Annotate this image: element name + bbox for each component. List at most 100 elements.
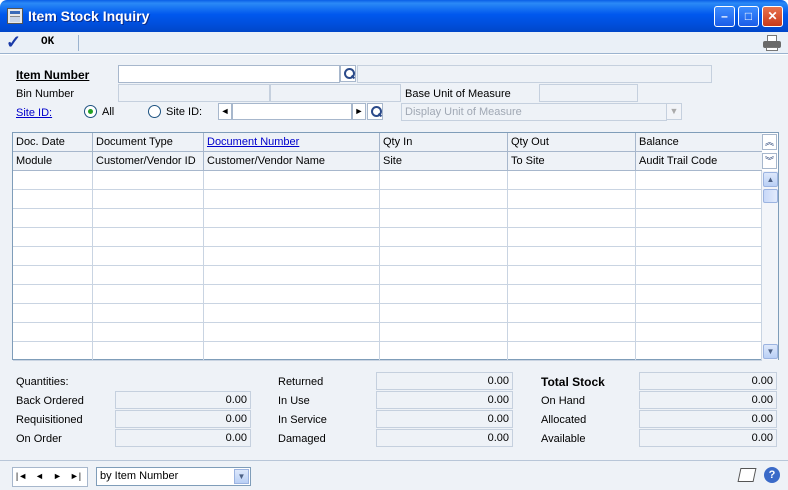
table-cell[interactable] (636, 190, 762, 209)
table-row[interactable] (13, 266, 762, 285)
table-cell[interactable] (508, 323, 636, 342)
checkmark-icon[interactable]: ✓ (6, 32, 21, 53)
table-cell[interactable] (636, 266, 762, 285)
col-to-site[interactable]: To Site (508, 152, 636, 171)
table-cell[interactable] (380, 190, 508, 209)
scroll-down-icon[interactable]: ▼ (763, 344, 778, 359)
site-next-icon[interactable]: ► (352, 103, 366, 120)
col-document-type[interactable]: Document Type (93, 133, 204, 152)
table-cell[interactable] (508, 190, 636, 209)
item-number-label[interactable]: Item Number (16, 68, 89, 82)
table-row[interactable] (13, 304, 762, 323)
chevron-down-icon[interactable]: ▼ (666, 103, 682, 120)
minimize-button[interactable]: – (714, 6, 735, 27)
table-cell[interactable] (508, 342, 636, 361)
table-row[interactable] (13, 209, 762, 228)
table-cell[interactable] (13, 342, 93, 361)
chevron-down-icon[interactable]: ▼ (234, 469, 249, 484)
table-cell[interactable] (508, 266, 636, 285)
table-cell[interactable] (93, 190, 204, 209)
table-row[interactable] (13, 190, 762, 209)
table-cell[interactable] (636, 323, 762, 342)
table-cell[interactable] (204, 266, 380, 285)
table-cell[interactable] (13, 171, 93, 190)
previous-record-icon[interactable]: ◄ (31, 469, 48, 485)
table-row[interactable] (13, 247, 762, 266)
table-cell[interactable] (380, 304, 508, 323)
table-cell[interactable] (93, 171, 204, 190)
sort-by-select[interactable]: by Item Number ▼ (96, 467, 251, 486)
table-cell[interactable] (636, 247, 762, 266)
table-cell[interactable] (93, 266, 204, 285)
table-cell[interactable] (13, 304, 93, 323)
scroll-thumb[interactable] (763, 189, 778, 203)
table-cell[interactable] (93, 342, 204, 361)
ok-button[interactable]: OK (41, 36, 54, 48)
table-cell[interactable] (636, 209, 762, 228)
table-cell[interactable] (13, 247, 93, 266)
table-row[interactable] (13, 228, 762, 247)
item-lookup-icon[interactable] (340, 65, 356, 82)
col-qty-out[interactable]: Qty Out (508, 133, 636, 152)
radio-all[interactable] (84, 105, 97, 118)
display-uom-select[interactable]: Display Unit of Measure (401, 103, 667, 121)
table-cell[interactable] (13, 323, 93, 342)
printer-icon[interactable] (763, 35, 781, 51)
note-icon[interactable] (737, 468, 757, 482)
table-cell[interactable] (204, 190, 380, 209)
site-prev-icon[interactable]: ◄ (218, 103, 232, 120)
table-cell[interactable] (93, 304, 204, 323)
table-cell[interactable] (636, 304, 762, 323)
table-cell[interactable] (508, 171, 636, 190)
table-cell[interactable] (93, 247, 204, 266)
col-doc-date[interactable]: Doc. Date (13, 133, 93, 152)
table-cell[interactable] (204, 285, 380, 304)
table-cell[interactable] (508, 209, 636, 228)
table-cell[interactable] (636, 342, 762, 361)
table-cell[interactable] (636, 285, 762, 304)
table-cell[interactable] (508, 285, 636, 304)
table-row[interactable] (13, 323, 762, 342)
table-cell[interactable] (380, 323, 508, 342)
col-module[interactable]: Module (13, 152, 93, 171)
col-document-number[interactable]: Document Number (204, 133, 380, 152)
table-cell[interactable] (380, 342, 508, 361)
expand-rows-icon[interactable]: ︾ (762, 153, 777, 169)
help-icon[interactable]: ? (764, 467, 780, 483)
table-row[interactable] (13, 342, 762, 361)
table-cell[interactable] (93, 323, 204, 342)
table-cell[interactable] (93, 285, 204, 304)
scroll-up-icon[interactable]: ▲ (763, 172, 778, 187)
col-site[interactable]: Site (380, 152, 508, 171)
table-cell[interactable] (204, 228, 380, 247)
table-cell[interactable] (13, 285, 93, 304)
col-customer-vendor-id[interactable]: Customer/Vendor ID (93, 152, 204, 171)
table-cell[interactable] (380, 209, 508, 228)
table-cell[interactable] (636, 228, 762, 247)
table-cell[interactable] (508, 228, 636, 247)
site-id-input[interactable] (232, 103, 352, 120)
table-cell[interactable] (204, 304, 380, 323)
table-cell[interactable] (508, 304, 636, 323)
table-cell[interactable] (204, 171, 380, 190)
table-cell[interactable] (380, 171, 508, 190)
table-cell[interactable] (93, 209, 204, 228)
table-cell[interactable] (13, 266, 93, 285)
table-cell[interactable] (13, 228, 93, 247)
app-window-icon[interactable] (7, 8, 23, 24)
table-row[interactable] (13, 285, 762, 304)
table-cell[interactable] (204, 323, 380, 342)
table-cell[interactable] (204, 209, 380, 228)
last-record-icon[interactable]: ►| (67, 469, 84, 485)
table-row[interactable] (13, 171, 762, 190)
table-cell[interactable] (93, 228, 204, 247)
close-button[interactable]: ✕ (762, 6, 783, 27)
col-qty-in[interactable]: Qty In (380, 133, 508, 152)
table-cell[interactable] (380, 285, 508, 304)
table-cell[interactable] (508, 247, 636, 266)
col-balance[interactable]: Balance (636, 133, 762, 152)
col-audit-trail-code[interactable]: Audit Trail Code (636, 152, 762, 171)
item-number-input[interactable] (118, 65, 340, 83)
maximize-button[interactable]: □ (738, 6, 759, 27)
table-cell[interactable] (636, 171, 762, 190)
